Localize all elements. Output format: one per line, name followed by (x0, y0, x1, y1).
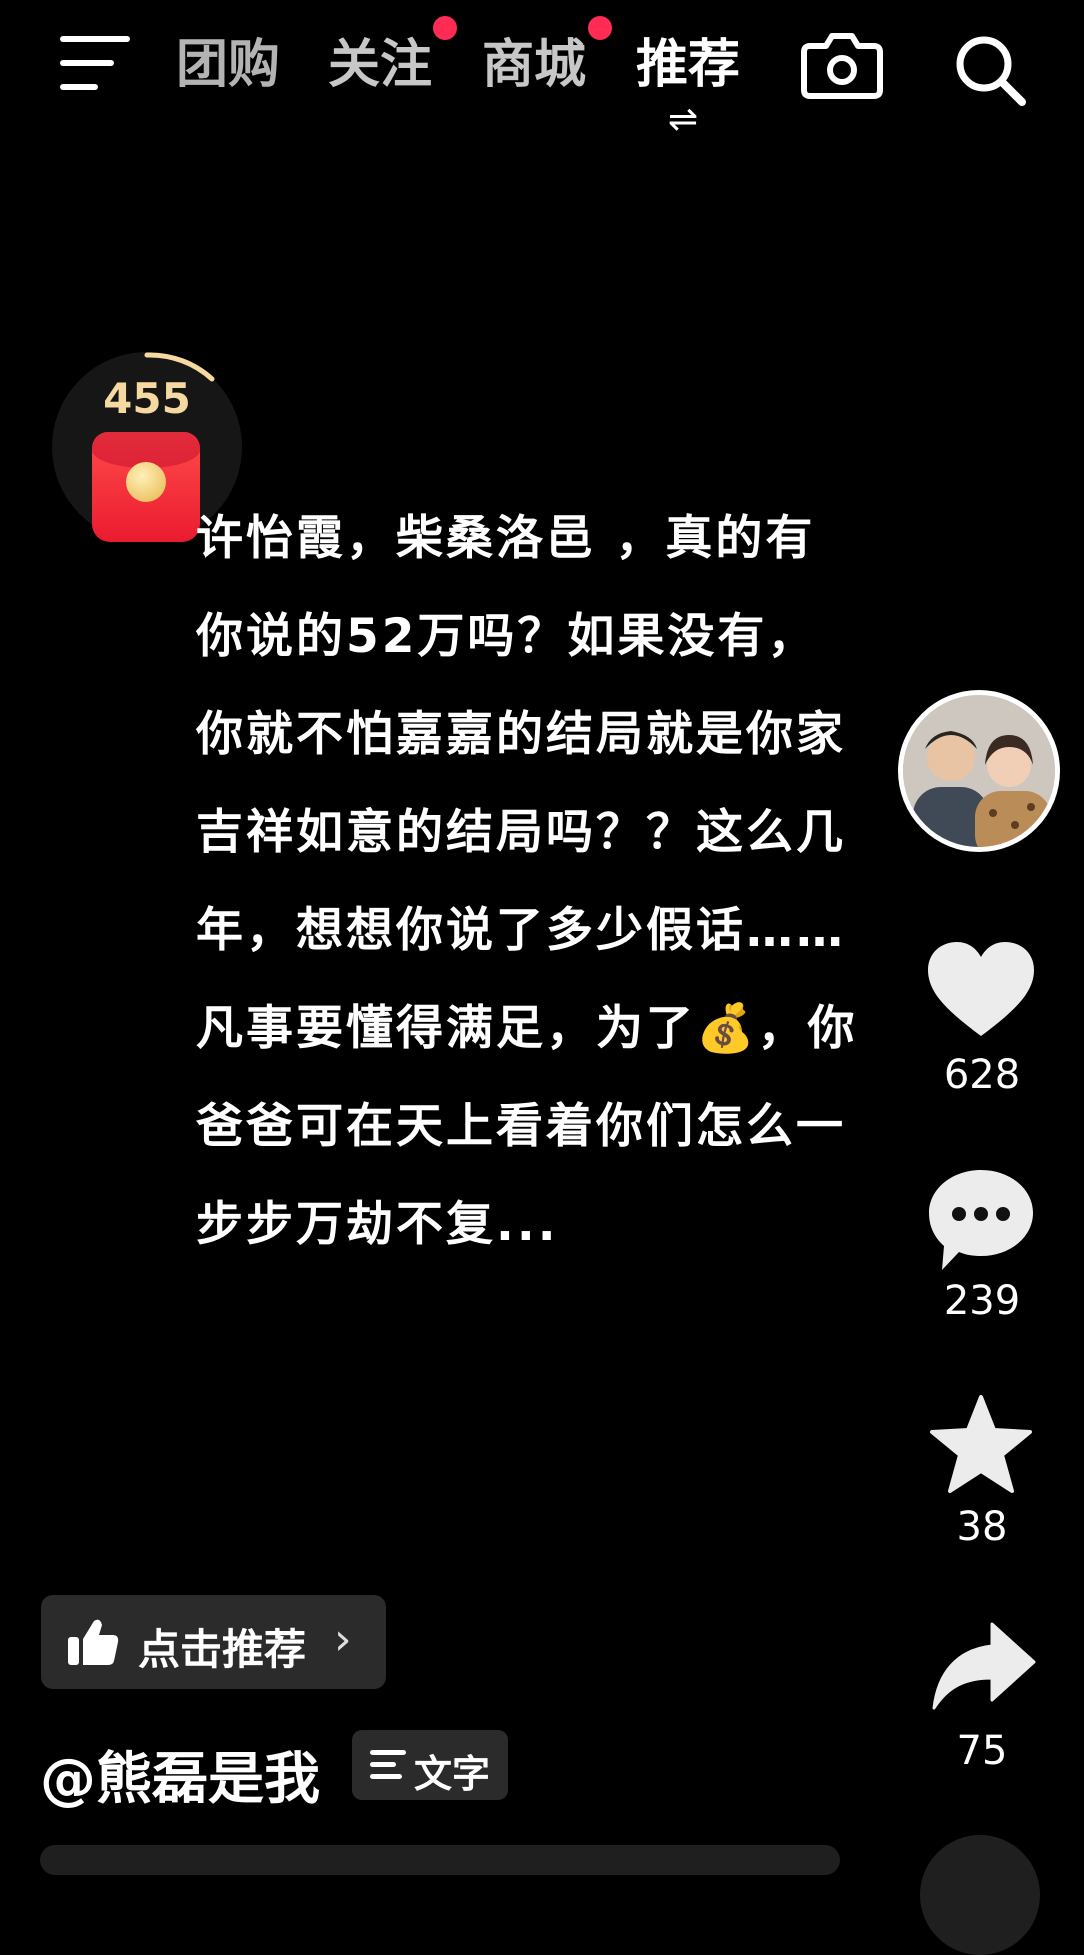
author-avatar[interactable] (898, 690, 1060, 852)
chevron-right-icon: › (334, 1614, 352, 1665)
heart-icon[interactable] (926, 940, 1036, 1040)
like-count: 628 (943, 1052, 1021, 1098)
text-tag-label: 文字 (414, 1752, 491, 1796)
music-disc[interactable] (920, 1835, 1040, 1955)
tab-following[interactable]: 关注 (328, 34, 432, 96)
caption-line: 吉祥如意的结局吗？？这么几 (196, 805, 846, 860)
coin-icon (126, 462, 166, 502)
caption-line: 凡事要懂得满足，为了💰，你 (196, 1001, 858, 1056)
favorite-count: 38 (956, 1504, 1008, 1550)
star-icon[interactable] (928, 1394, 1034, 1496)
switch-icon[interactable]: ⇌ (668, 100, 698, 140)
share-icon[interactable] (930, 1622, 1036, 1712)
camera-icon[interactable] (800, 30, 884, 100)
caption-line: 爸爸可在天上看着你们怎么一 (196, 1099, 846, 1154)
comment-count: 239 (943, 1278, 1021, 1324)
caption-line: 你说的52万吗？如果没有， (196, 609, 818, 664)
notification-dot (433, 16, 457, 40)
search-icon[interactable] (952, 32, 1028, 108)
text-lines-icon (370, 1750, 406, 1779)
red-packet-count: 455 (103, 374, 191, 423)
caption-line: 你就不怕嘉嘉的结局就是你家 (196, 707, 846, 762)
post-caption: 许怡霞，柴桑洛邑 ，真的有 你说的52万吗？如果没有， 你就不怕嘉嘉的结局就是你… (196, 490, 904, 1274)
caption-line: 许怡霞，柴桑洛邑 ，真的有 (196, 511, 816, 566)
caption-line: 年，想想你说了多少假话…… (196, 903, 846, 958)
notification-dot (588, 16, 612, 40)
comment-icon[interactable] (926, 1166, 1036, 1276)
menu-icon[interactable] (60, 36, 130, 92)
comment-input-bar[interactable] (40, 1845, 840, 1875)
share-count: 75 (956, 1728, 1008, 1774)
tab-group-buy[interactable]: 团购 (176, 34, 280, 96)
recommend-label: 点击推荐 (138, 1625, 307, 1674)
caption-line: 步步万劫不复... (196, 1197, 559, 1252)
tab-recommend[interactable]: 推荐 (636, 34, 740, 96)
thumbs-up-icon (68, 1619, 119, 1665)
tab-mall[interactable]: 商城 (482, 34, 586, 96)
author-handle[interactable]: @熊磊是我 (40, 1734, 320, 1815)
